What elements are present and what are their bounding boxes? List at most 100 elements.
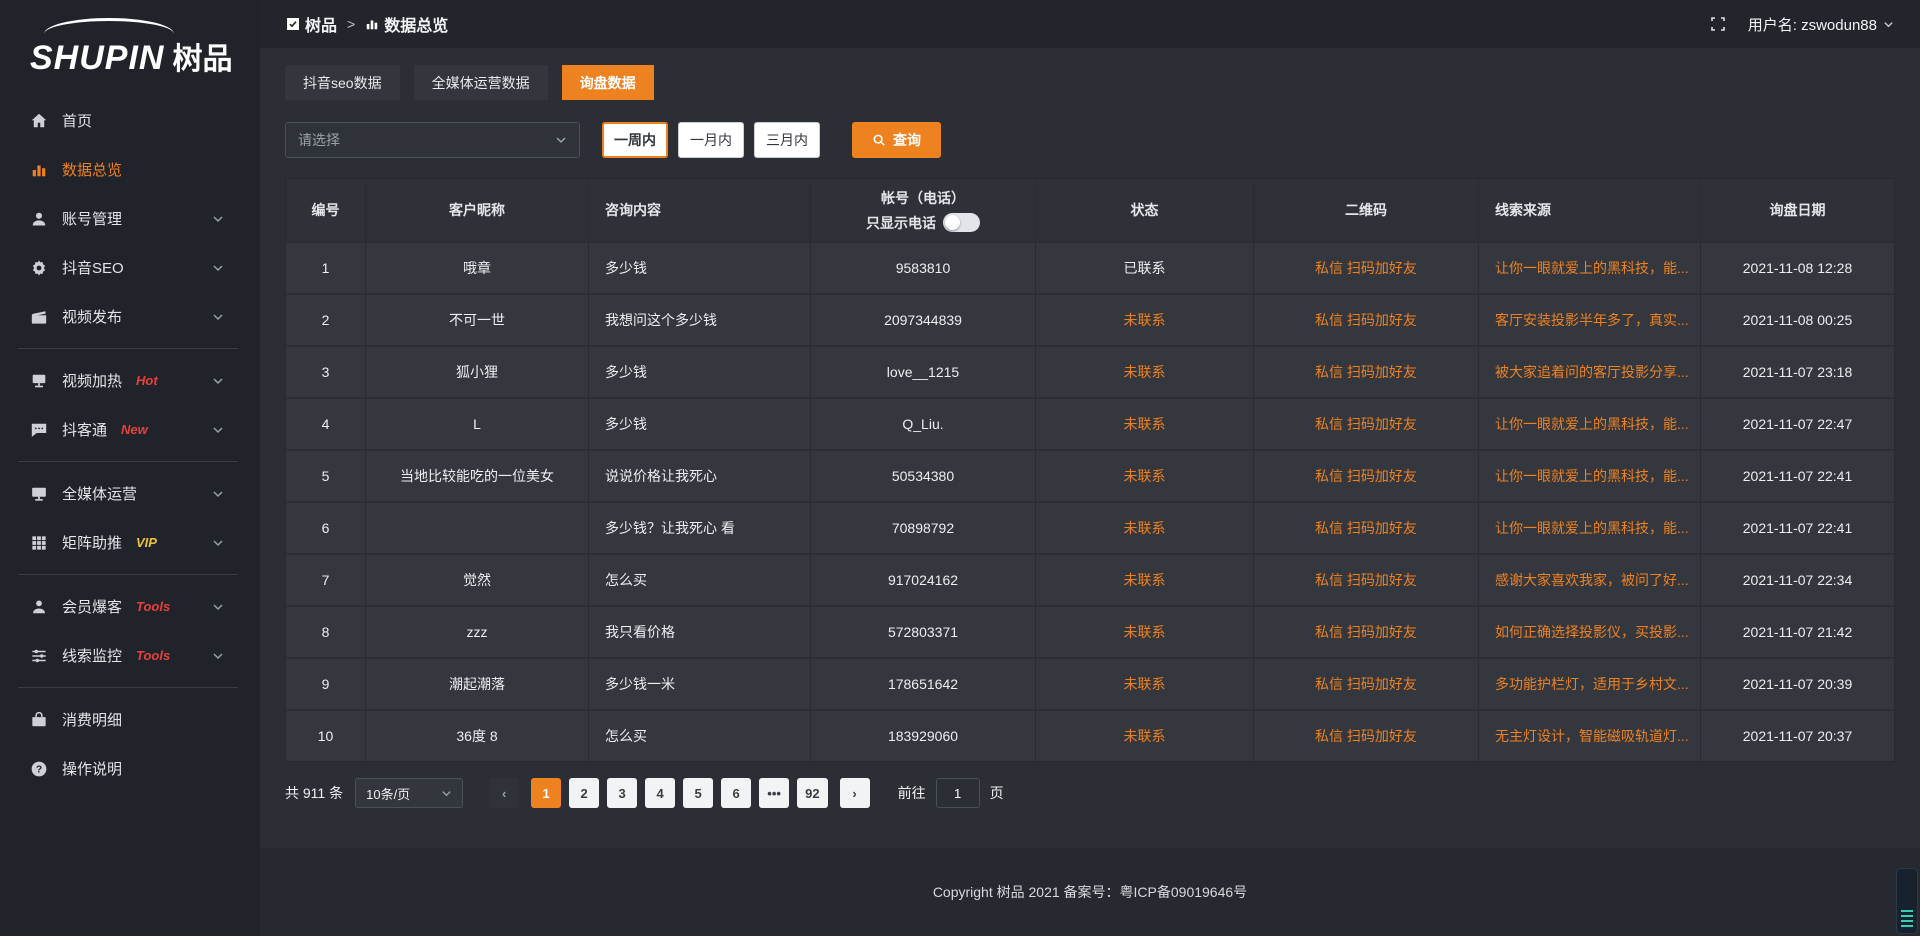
cell-qrcode-link[interactable]: 私信 扫码加好友	[1254, 503, 1479, 553]
user-menu[interactable]: 用户名: zswodun88	[1748, 14, 1894, 35]
table-row: 9潮起潮落多少钱一米178651642未联系私信 扫码加好友多功能护栏灯，适用于…	[286, 657, 1894, 709]
tab-omni-media-data[interactable]: 全媒体运营数据	[414, 65, 548, 100]
cell-source-link[interactable]: 无主灯设计，智能磁吸轨道灯...	[1479, 711, 1701, 761]
cell-nickname: 狐小狸	[366, 347, 589, 397]
cell-qrcode-link[interactable]: 私信 扫码加好友	[1254, 555, 1479, 605]
video-publish-icon	[30, 308, 48, 326]
tab-inquiry-data[interactable]: 询盘数据	[562, 65, 654, 100]
account-select[interactable]: 请选择	[285, 122, 580, 158]
page-number-button[interactable]: 92	[797, 778, 827, 808]
comment-icon	[30, 421, 48, 439]
cell-nickname: 潮起潮落	[366, 659, 589, 709]
cell-qrcode-link[interactable]: 私信 扫码加好友	[1254, 451, 1479, 501]
chevron-down-icon	[212, 650, 224, 662]
cell-qrcode-link[interactable]: 私信 扫码加好友	[1254, 243, 1479, 293]
cell-source-link[interactable]: 多功能护栏灯，适用于乡村文...	[1479, 659, 1701, 709]
sidebar-item[interactable]: 抖客通New	[0, 405, 260, 454]
logo-text-en: SHUPIN	[30, 39, 164, 78]
cell-nickname: L	[366, 399, 589, 449]
chevron-down-icon	[212, 311, 224, 323]
sidebar-item[interactable]: ?操作说明	[0, 744, 260, 793]
cell-qrcode-link[interactable]: 私信 扫码加好友	[1254, 659, 1479, 709]
cell-status: 未联系	[1036, 399, 1254, 449]
content-area: 抖音seo数据 全媒体运营数据 询盘数据 请选择 一周内 一月内 三月内 查询	[260, 48, 1920, 848]
sidebar-menu: 首页数据总览账号管理抖音SEO视频发布视频加热Hot抖客通New全媒体运营矩阵助…	[0, 96, 260, 793]
logo-text-cn: 树品	[172, 34, 232, 78]
floating-widget[interactable]	[1896, 868, 1918, 934]
goto-page: 前往 页	[898, 778, 1004, 808]
sidebar-item-label: 账号管理	[62, 208, 122, 229]
sidebar-item[interactable]: 账号管理	[0, 194, 260, 243]
pagination-bar: 共 911 条 10条/页 ‹ 123456•••92 › 前往 页	[285, 778, 1895, 808]
cell-status: 未联系	[1036, 555, 1254, 605]
cell-inquiry: 说说价格让我死心	[589, 451, 811, 501]
breadcrumb-root[interactable]: 树品	[286, 12, 337, 36]
cell-source-link[interactable]: 让你一眼就爱上的黑科技，能...	[1479, 243, 1701, 293]
cell-qrcode-link[interactable]: 私信 扫码加好友	[1254, 295, 1479, 345]
logo-arc-decoration	[44, 18, 174, 34]
sidebar-item[interactable]: 首页	[0, 96, 260, 145]
sidebar-item[interactable]: 视频加热Hot	[0, 356, 260, 405]
sidebar-item-label: 视频发布	[62, 306, 122, 327]
cell-status: 未联系	[1036, 295, 1254, 345]
sidebar-item[interactable]: 消费明细	[0, 695, 260, 744]
data-tabs: 抖音seo数据 全媒体运营数据 询盘数据	[285, 65, 1895, 100]
cell-source-link[interactable]: 让你一眼就爱上的黑科技，能...	[1479, 503, 1701, 553]
cell-qrcode-link[interactable]: 私信 扫码加好友	[1254, 399, 1479, 449]
prev-page-button[interactable]: ‹	[489, 778, 519, 808]
sidebar-item[interactable]: 矩阵助推VIP	[0, 518, 260, 567]
page-number-button[interactable]: 4	[645, 778, 675, 808]
period-three-months-button[interactable]: 三月内	[754, 122, 820, 158]
page-size-value: 10条/页	[366, 784, 410, 803]
page-number-button[interactable]: 6	[721, 778, 751, 808]
column-header-source: 线索来源	[1479, 179, 1701, 241]
sidebar-item[interactable]: 数据总览	[0, 145, 260, 194]
cell-qrcode-link[interactable]: 私信 扫码加好友	[1254, 347, 1479, 397]
tab-douyin-seo-data[interactable]: 抖音seo数据	[285, 65, 400, 100]
cell-source-link[interactable]: 被大家追着问的客厅投影分享...	[1479, 347, 1701, 397]
cell-source-link[interactable]: 感谢大家喜欢我家，被问了好...	[1479, 555, 1701, 605]
page-size-select[interactable]: 10条/页	[355, 778, 463, 808]
sidebar-item[interactable]: 线索监控Tools	[0, 631, 260, 680]
cell-id: 5	[286, 451, 366, 501]
cell-qrcode-link[interactable]: 私信 扫码加好友	[1254, 711, 1479, 761]
cell-source-link[interactable]: 让你一眼就爱上的黑科技，能...	[1479, 399, 1701, 449]
fullscreen-icon[interactable]	[1710, 16, 1726, 32]
table-row: 7觉然怎么买917024162未联系私信 扫码加好友感谢大家喜欢我家，被问了好.…	[286, 553, 1894, 605]
cell-id: 8	[286, 607, 366, 657]
cell-account: 917024162	[811, 555, 1036, 605]
next-page-button[interactable]: ›	[840, 778, 870, 808]
page-number-button[interactable]: 1	[531, 778, 561, 808]
username-label: 用户名: zswodun88	[1748, 14, 1877, 35]
query-button[interactable]: 查询	[852, 122, 941, 158]
sidebar-item[interactable]: 全媒体运营	[0, 469, 260, 518]
breadcrumb: 树品 > 数据总览	[286, 12, 448, 36]
inquiry-table: 编号 客户昵称 咨询内容 帐号（电话） 只显示电话 状态 二维码 线索来源 询盘…	[285, 178, 1895, 762]
page-number-button[interactable]: 5	[683, 778, 713, 808]
chevron-down-icon	[555, 134, 567, 146]
cell-qrcode-link[interactable]: 私信 扫码加好友	[1254, 607, 1479, 657]
goto-page-input[interactable]	[936, 778, 980, 808]
page-number-buttons: 123456 ••• 92	[531, 778, 827, 808]
phone-only-toggle[interactable]	[943, 213, 980, 232]
sidebar-item[interactable]: 会员爆客Tools	[0, 582, 260, 631]
chevron-down-icon	[212, 488, 224, 500]
cell-source-link[interactable]: 如何正确选择投影仪，买投影...	[1479, 607, 1701, 657]
table-row: 2不可一世我想问这个多少钱2097344839未联系私信 扫码加好友客厅安装投影…	[286, 293, 1894, 345]
sidebar-item[interactable]: 抖音SEO	[0, 243, 260, 292]
cell-source-link[interactable]: 客厅安装投影半年多了，真实...	[1479, 295, 1701, 345]
bar-chart-icon	[30, 161, 48, 179]
cell-id: 10	[286, 711, 366, 761]
period-one-month-button[interactable]: 一月内	[678, 122, 744, 158]
breadcrumb-current[interactable]: 数据总览	[365, 12, 448, 36]
sidebar-item-label: 矩阵助推	[62, 532, 122, 553]
page-number-button[interactable]: 3	[607, 778, 637, 808]
cell-nickname: zzz	[366, 607, 589, 657]
column-header-inquiry: 咨询内容	[589, 179, 811, 241]
page-number-button[interactable]: 2	[569, 778, 599, 808]
table-header-row: 编号 客户昵称 咨询内容 帐号（电话） 只显示电话 状态 二维码 线索来源 询盘…	[286, 179, 1894, 241]
page-ellipsis-button[interactable]: •••	[759, 778, 789, 808]
period-one-week-button[interactable]: 一周内	[602, 122, 668, 158]
sidebar-item[interactable]: 视频发布	[0, 292, 260, 341]
cell-source-link[interactable]: 让你一眼就爱上的黑科技，能...	[1479, 451, 1701, 501]
